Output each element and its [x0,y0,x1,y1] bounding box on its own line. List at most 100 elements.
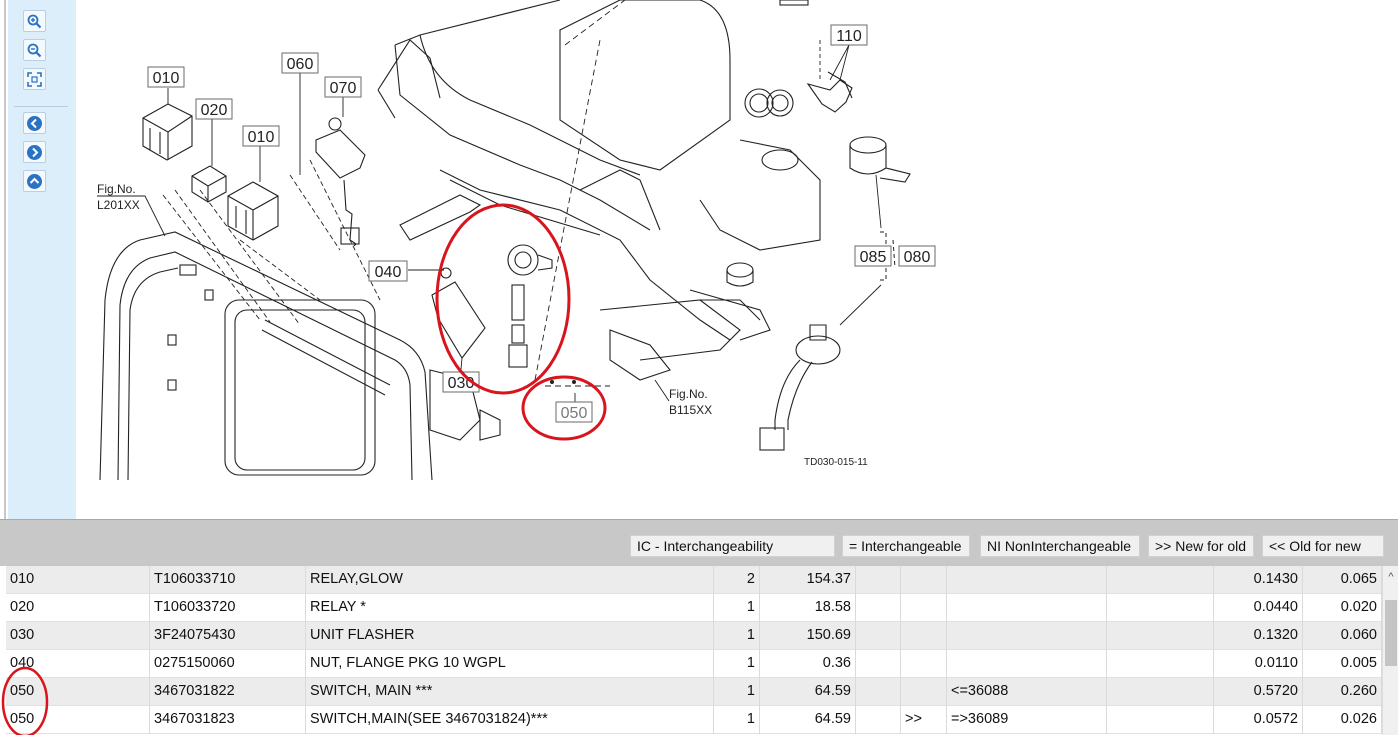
legend-interchangeable: = Interchangeable [842,535,970,557]
parts-diagram[interactable]: 010 020 010 060 070 040 030 050 110 085 [76,0,1398,519]
key-110-drawing [806,71,853,113]
callout-085[interactable]: 085 [860,249,887,266]
cell-price: 0.36 [760,650,856,678]
table-row[interactable]: 030 3F24075430 UNIT FLASHER 1 150.69 0.1320 0.… [6,622,1382,650]
empty-cell [856,678,901,706]
fig-label-left-line2[interactable]: L201XX [97,198,140,212]
cell-serial [947,566,1107,594]
legend-new-for-old: >> New for old [1148,535,1254,557]
empty-cell [1107,566,1214,594]
connector-060-drawing [315,129,366,247]
cell-serial: =>36089 [947,706,1107,734]
parts-table: 010 T106033710 RELAY,GLOW 2 154.37 0.1430 0.06… [0,566,1398,735]
callout-110[interactable]: 110 [836,28,862,45]
cell-part-no: T106033720 [150,594,306,622]
light-switch-080-drawing [759,324,841,451]
arrow-up-icon [27,173,42,189]
highlight-050-rows [1,666,49,735]
callout-060[interactable]: 060 [287,56,314,73]
callout-040[interactable]: 040 [375,264,402,281]
drawing-id: TD030-015-11 [804,457,868,468]
cell-price: 64.59 [760,706,856,734]
empty-cell [856,594,901,622]
cell-price: 154.37 [760,566,856,594]
empty-cell [856,650,901,678]
cell-qty: 2 [714,566,760,594]
cell-desc: UNIT FLASHER [306,622,714,650]
callout-080[interactable]: 080 [904,249,931,266]
fig-label-right-line2[interactable]: B115XX [669,403,712,417]
cell-part-no: 3467031823 [150,706,306,734]
callout-020[interactable]: 020 [201,102,228,119]
table-row[interactable]: 040 0275150060 NUT, FLANGE PKG 10 WGPL 1 0.3… [6,650,1382,678]
interchangeability-legend: IC - Interchangeability = Interchangeabl… [0,531,1398,566]
pane-splitter[interactable] [0,519,1398,531]
cell-part-no: 3467031822 [150,678,306,706]
cell-ic [901,678,947,706]
cell-ic [901,566,947,594]
cell-ref: 020 [6,594,150,622]
cell-desc: SWITCH, MAIN *** [306,678,714,706]
fig-label-right-line1: Fig.No. [669,387,708,401]
table-row[interactable]: 010 T106033710 RELAY,GLOW 2 154.37 0.1430 0.06… [6,566,1382,594]
cell-price: 150.69 [760,622,856,650]
relay-010-right-drawing [227,181,279,241]
cell-desc: RELAY * [306,594,714,622]
cell-desc: RELAY,GLOW [306,566,714,594]
dash-bracket-drawing [394,0,651,231]
cell-part-no: 3F24075430 [150,622,306,650]
callout-070[interactable]: 070 [330,80,357,97]
fig-label-left-line1: Fig.No. [97,182,136,196]
fit-to-window-button[interactable] [23,68,46,90]
empty-cell [856,706,901,734]
table-row[interactable]: 050 3467031822 SWITCH, MAIN *** 1 64.59 <=360… [6,678,1382,706]
scroll-thumb[interactable] [1385,600,1397,666]
cell-ic [901,594,947,622]
cell-serial [947,622,1107,650]
cell-qty: 1 [714,650,760,678]
table-scrollbar[interactable]: ^ [1382,566,1398,735]
cell-ic [901,622,947,650]
zoom-in-button[interactable] [23,10,46,32]
cell-qty: 1 [714,594,760,622]
zoom-out-button[interactable] [23,39,46,61]
diagram-toolbar [0,0,76,519]
empty-cell [856,566,901,594]
up-button[interactable] [23,170,46,192]
cell-serial [947,650,1107,678]
table-row[interactable]: 020 T106033720 RELAY * 1 18.58 0.0440 0.020 [6,594,1382,622]
scroll-up-arrow[interactable]: ^ [1383,568,1398,586]
cell-ic: >> [901,706,947,734]
empty-cell [1107,622,1214,650]
cell-w2: 0.065 [1303,566,1382,594]
callout-010-right[interactable]: 010 [248,129,275,146]
cell-w1: 0.5720 [1214,678,1303,706]
relay-010-left-drawing [142,103,193,161]
exploded-view-drawing: 010 020 010 060 070 040 030 050 110 085 [97,0,936,481]
next-button[interactable] [23,141,46,163]
cell-qty: 1 [714,622,760,650]
cell-w2: 0.260 [1303,678,1382,706]
callout-050[interactable]: 050 [561,405,588,422]
legend-ic: IC - Interchangeability [630,535,835,557]
cell-ic [901,650,947,678]
callout-030[interactable]: 030 [448,375,475,392]
empty-cell [1107,594,1214,622]
cell-w1: 0.0440 [1214,594,1303,622]
cell-w1: 0.1320 [1214,622,1303,650]
knob-085-drawing [849,136,911,183]
highlight-ellipse-switch [435,203,571,395]
relay-020-drawing [191,165,227,203]
zoom-in-icon [27,14,42,28]
cell-price: 18.58 [760,594,856,622]
arrow-right-icon [27,144,42,160]
callout-010-left[interactable]: 010 [153,70,180,87]
cell-w1: 0.0572 [1214,706,1303,734]
previous-button[interactable] [23,112,46,134]
cell-price: 64.59 [760,678,856,706]
cell-w2: 0.005 [1303,650,1382,678]
toolbar-separator [14,106,68,107]
cell-w1: 0.1430 [1214,566,1303,594]
empty-cell [1107,678,1214,706]
table-row[interactable]: 050 3467031823 SWITCH,MAIN(SEE 3467031824)… [6,706,1382,734]
